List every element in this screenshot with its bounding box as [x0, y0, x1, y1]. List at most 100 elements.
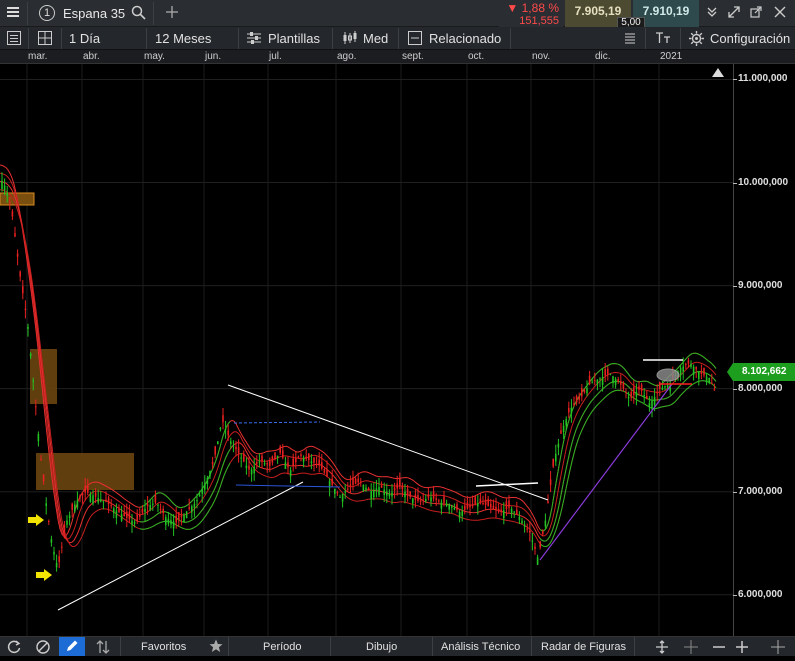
change-points: 151,555: [519, 15, 559, 27]
pencil-button[interactable]: [59, 637, 85, 656]
period-selector[interactable]: 12 Meses: [155, 31, 211, 46]
instrument-number: 1: [43, 7, 51, 19]
candle-body: [549, 479, 552, 485]
current-price-value: 8.102,662: [742, 366, 787, 377]
chart-list-icon[interactable]: [7, 31, 21, 47]
y-tick-label: 11.000,000: [738, 73, 788, 85]
candle-body: [393, 487, 396, 491]
candle-body: [695, 366, 697, 370]
instrument-name[interactable]: Espana 35: [63, 6, 125, 21]
candle-body: [152, 503, 154, 505]
candle-body: [578, 396, 580, 400]
candle-body: [404, 491, 406, 498]
candle-body: [123, 513, 125, 517]
cancel-icon[interactable]: [36, 640, 50, 656]
pattern-radar-tab[interactable]: Radar de Figuras: [541, 641, 626, 653]
move-icon[interactable]: [654, 640, 670, 656]
candle-body: [300, 454, 302, 457]
scroll-up-arrow-icon[interactable]: [711, 65, 725, 83]
star-icon[interactable]: [209, 639, 223, 655]
candle-body: [188, 507, 190, 510]
crosshair-icon[interactable]: [683, 640, 699, 656]
candle-body: [406, 489, 409, 495]
y-tick-label: 7.000,000: [738, 485, 783, 497]
drawing-tab[interactable]: Dibujo: [366, 641, 397, 653]
candle-body: [708, 377, 710, 383]
candle-body: [583, 389, 586, 393]
candle-body: [591, 382, 593, 384]
candle-body: [29, 353, 32, 357]
notes-icon[interactable]: [623, 31, 637, 47]
candle-body: [534, 546, 536, 550]
close-icon[interactable]: [774, 6, 786, 20]
candle-body: [276, 455, 279, 458]
candle-body: [432, 491, 435, 499]
candle-body: [245, 465, 248, 469]
candle-body: [16, 253, 19, 257]
period-tab[interactable]: Período: [263, 641, 302, 653]
candle-body: [425, 499, 427, 501]
candle-body: [336, 491, 339, 493]
candle-body: [630, 391, 632, 398]
refresh-icon[interactable]: [7, 640, 21, 656]
candle-body: [503, 510, 505, 519]
expand-icon[interactable]: [728, 6, 740, 20]
candle-body: [471, 504, 474, 506]
y-tick-mark: [733, 491, 737, 493]
templates-button[interactable]: Plantillas: [268, 31, 320, 46]
chart-style-button[interactable]: Med: [363, 31, 388, 46]
gear-icon[interactable]: [689, 31, 704, 48]
zoom-out-icon[interactable]: [712, 640, 726, 656]
candle-body: [32, 380, 34, 382]
zoom-in-icon[interactable]: [735, 640, 749, 656]
search-icon[interactable]: [131, 5, 146, 22]
candle-body: [633, 387, 635, 396]
candle-body: [74, 504, 76, 512]
candle-body: [703, 367, 705, 376]
candle-body: [612, 376, 614, 384]
candle-body: [321, 462, 323, 469]
candle-body: [341, 494, 344, 502]
settings-button[interactable]: Configuración: [710, 31, 790, 46]
moving-average-line-green: [539, 380, 717, 548]
candle-body: [206, 477, 209, 485]
candle-body: [347, 488, 349, 490]
candle-body: [22, 286, 24, 294]
candle-body: [175, 515, 177, 523]
candle-body: [102, 500, 105, 502]
candle-body: [383, 489, 385, 495]
price-axis: [733, 64, 795, 636]
candle-body: [180, 515, 183, 518]
x-tick-label: ago.: [337, 51, 357, 62]
hamburger-icon[interactable]: [7, 6, 19, 20]
layout-grid-icon[interactable]: [38, 31, 52, 47]
candle-body: [235, 446, 237, 450]
interval-selector[interactable]: 1 Día: [69, 31, 100, 46]
candle-body: [448, 503, 450, 510]
candle-body: [700, 370, 703, 374]
instrument-number-badge[interactable]: 1: [39, 5, 55, 21]
collapse-icon[interactable]: [706, 6, 718, 20]
price-chart[interactable]: [0, 64, 733, 636]
candle-body: [61, 546, 63, 548]
y-tick-label: 6.000,000: [738, 588, 783, 600]
bottom-toolbar: Favoritos Período Dibujo Análisis Técnic…: [0, 636, 795, 656]
plus-icon[interactable]: [166, 5, 178, 21]
technical-analysis-tab[interactable]: Análisis Técnico: [441, 641, 520, 653]
candle-body: [149, 505, 151, 510]
swap-icon[interactable]: [96, 640, 110, 656]
candle-body: [529, 530, 531, 533]
favorites-tab[interactable]: Favoritos: [141, 641, 186, 653]
x-tick-label: jun.: [205, 51, 222, 62]
candlestick-icon: [342, 31, 358, 47]
candle-body: [50, 539, 53, 543]
candle-body: [690, 363, 692, 368]
candle-body: [568, 407, 570, 413]
candle-body: [370, 491, 372, 500]
candle-body: [495, 506, 497, 511]
candle-body: [523, 524, 526, 527]
related-button[interactable]: Relacionado: [429, 31, 501, 46]
text-size-icon[interactable]: [655, 31, 671, 47]
popout-icon[interactable]: [750, 6, 762, 20]
fit-icon[interactable]: [771, 640, 785, 656]
